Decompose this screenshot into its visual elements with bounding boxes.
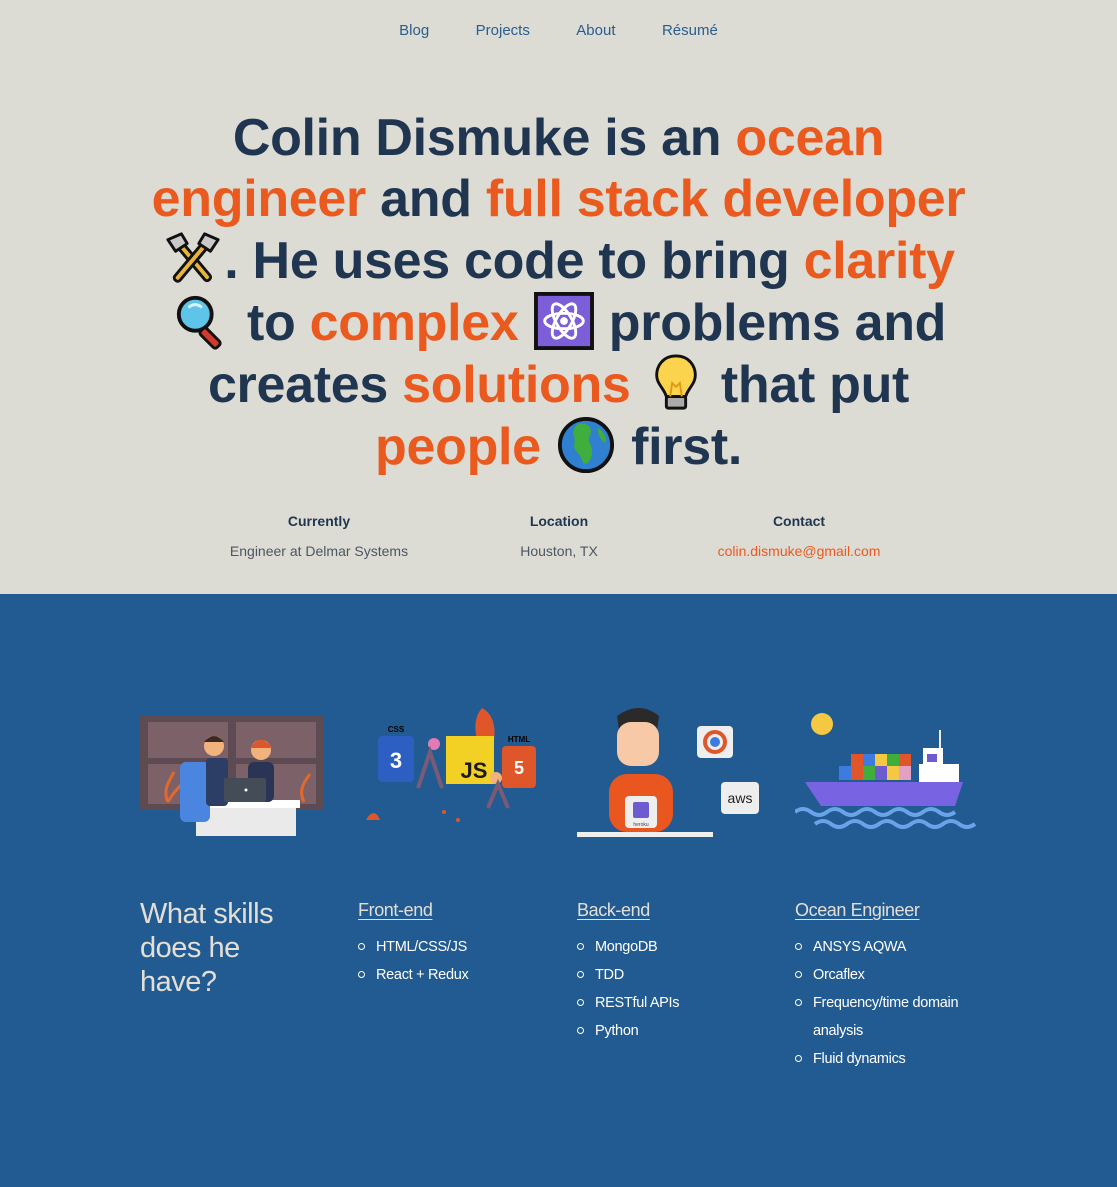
skill-title-frontend[interactable]: Front-end [358, 900, 433, 921]
headline-highlight-complex: complex [309, 294, 519, 352]
headline-highlight-full-stack: full stack developer [485, 170, 966, 228]
headline-text: to [232, 294, 310, 352]
headline-highlight-clarity: clarity [803, 232, 955, 290]
info-currently-value: Engineer at Delmar Systems [229, 543, 409, 559]
skill-item: Orcaflex [795, 961, 975, 989]
nav-link-resume[interactable]: Résumé [662, 22, 718, 39]
light-bulb-icon [654, 354, 697, 410]
headline-text: and [365, 170, 486, 228]
headline-text: that put [706, 356, 910, 414]
headline-text: Colin Dismuke is an [232, 109, 736, 167]
css-label: CSS [388, 725, 405, 734]
nav-link-projects[interactable]: Projects [476, 22, 530, 39]
headline-text: . He uses code to bring [224, 232, 804, 290]
skill-item: Python [577, 1017, 777, 1045]
skill-item: HTML/CSS/JS [358, 933, 558, 961]
skill-column-frontend: Front-end HTML/CSS/JS React + Redux [358, 900, 558, 989]
svg-text:5: 5 [514, 758, 524, 778]
magnifying-glass-icon [176, 295, 222, 350]
hero-section: Blog Projects About Résumé Colin Dismuke… [0, 0, 1117, 594]
headline-highlight-solutions: solutions [402, 356, 631, 414]
headline-text: first. [616, 418, 742, 476]
contact-email-link[interactable]: colin.dismuke@gmail.com [679, 543, 919, 559]
top-nav: Blog Projects About Résumé [0, 22, 1117, 40]
js-label: JS [461, 758, 488, 783]
info-currently: Currently Engineer at Delmar Systems [199, 513, 439, 559]
skill-item: Fluid dynamics [795, 1045, 975, 1073]
frontend-tech-illustration: 3 CSS JS 5 HTML [366, 708, 536, 822]
skill-item: RESTful APIs [577, 989, 777, 1017]
skill-list-frontend: HTML/CSS/JS React + Redux [358, 933, 558, 989]
backend-developer-illustration: aws heroku [577, 708, 759, 837]
skill-column-backend: Back-end MongoDB TDD RESTful APIs Python [577, 900, 777, 1045]
skills-section: 3 CSS JS 5 HTML aws heroku What skills d… [0, 594, 1117, 1187]
info-contact-label: Contact [772, 513, 826, 529]
skill-list-ocean: ANSYS AQWA Orcaflex Frequency/time domai… [795, 933, 975, 1073]
nav-link-about[interactable]: About [576, 22, 615, 39]
skill-item: ANSYS AQWA [795, 933, 975, 961]
svg-text:3: 3 [390, 748, 402, 773]
hero-headline: Colin Dismuke is an ocean engineer and f… [140, 108, 977, 478]
atom-icon [533, 292, 594, 350]
hammer-pick-icon [166, 232, 220, 283]
skill-item: TDD [577, 961, 777, 989]
skill-column-ocean: Ocean Engineer ANSYS AQWA Orcaflex Frequ… [795, 900, 975, 1073]
team-laptop-illustration [140, 716, 324, 836]
info-currently-label: Currently [287, 513, 351, 529]
skill-list-backend: MongoDB TDD RESTful APIs Python [577, 933, 777, 1045]
headline-highlight-people: people [375, 418, 541, 476]
skill-item: MongoDB [577, 933, 777, 961]
skills-heading: What skills does he have? [140, 898, 274, 998]
skill-title-backend[interactable]: Back-end [577, 900, 650, 921]
container-ship-illustration [795, 713, 977, 829]
skill-item: Frequency/time domain analysis [795, 989, 975, 1045]
info-location-label: Location [529, 513, 589, 529]
info-contact: Contact colin.dismuke@gmail.com [679, 513, 919, 559]
aws-label: aws [728, 790, 753, 806]
skill-item: React + Redux [358, 961, 558, 989]
skill-title-ocean-engineer[interactable]: Ocean Engineer [795, 900, 920, 921]
info-location: Location Houston, TX [439, 513, 679, 559]
globe-icon [557, 416, 614, 474]
nav-link-blog[interactable]: Blog [399, 22, 429, 39]
heroku-label: heroku [633, 822, 649, 828]
info-location-value: Houston, TX [520, 543, 598, 559]
html-label: HTML [508, 735, 530, 744]
